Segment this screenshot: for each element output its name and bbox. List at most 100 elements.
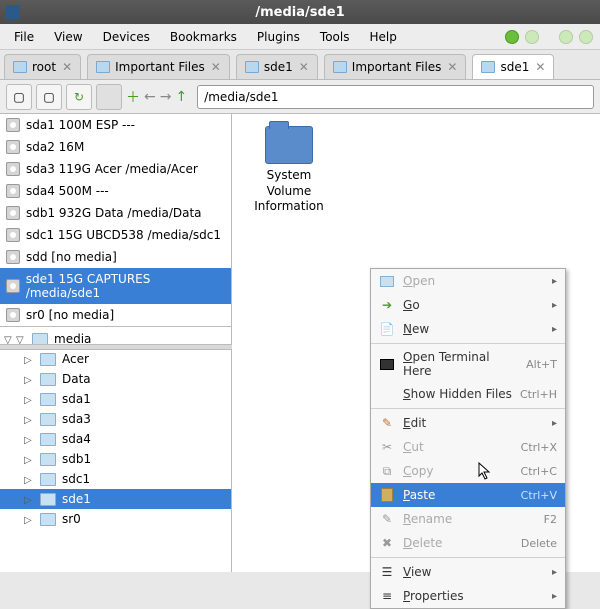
device-row[interactable]: sda3 119G Acer /media/Acer bbox=[0, 158, 231, 180]
device-row[interactable]: sdc1 15G UBCD538 /media/sdc1 bbox=[0, 224, 231, 246]
device-row[interactable]: sdb1 932G Data /media/Data bbox=[0, 202, 231, 224]
device-row[interactable]: sr0 [no media] bbox=[0, 304, 231, 326]
expand-icon[interactable] bbox=[24, 472, 34, 486]
tree-item[interactable]: Data bbox=[0, 369, 231, 389]
status-dot-3[interactable] bbox=[559, 30, 573, 44]
device-row[interactable]: sda1 100M ESP --- bbox=[0, 114, 231, 136]
submenu-icon: ▸ bbox=[552, 418, 557, 429]
back-icon[interactable]: ← bbox=[144, 89, 156, 105]
hdd-icon bbox=[6, 162, 20, 176]
menu-file[interactable]: File bbox=[4, 26, 44, 48]
properties-icon: ≡ bbox=[379, 588, 395, 604]
tree-label: sdc1 bbox=[62, 472, 90, 486]
expand-icon[interactable] bbox=[24, 392, 34, 406]
toolbar-refresh[interactable]: ↻ bbox=[66, 84, 92, 110]
folder-icon bbox=[40, 413, 56, 426]
close-icon[interactable]: ✕ bbox=[211, 60, 221, 74]
shortcut: Ctrl+V bbox=[521, 489, 557, 502]
close-icon[interactable]: ✕ bbox=[447, 60, 457, 74]
hdd-icon bbox=[6, 118, 20, 132]
expand-icon[interactable] bbox=[24, 412, 34, 426]
forward-icon[interactable]: → bbox=[160, 89, 172, 105]
disk-icon: ▢ bbox=[13, 90, 24, 104]
tab-label: Important Files bbox=[115, 60, 205, 74]
ctx-label: Edit bbox=[403, 416, 544, 430]
path-input[interactable]: /media/sde1 bbox=[197, 85, 594, 109]
ctx-label: Delete bbox=[403, 536, 513, 550]
hdd-icon bbox=[6, 279, 20, 293]
tab-important-1[interactable]: Important Files ✕ bbox=[87, 54, 230, 79]
tree-item[interactable]: sde1 bbox=[0, 489, 231, 509]
close-icon[interactable]: ✕ bbox=[299, 60, 309, 74]
expand-icon[interactable] bbox=[24, 492, 34, 506]
tree-item[interactable]: sda4 bbox=[0, 429, 231, 449]
status-dot-2[interactable] bbox=[525, 30, 539, 44]
ctx-properties[interactable]: ≡Properties▸ bbox=[371, 584, 565, 608]
device-row[interactable]: sdd [no media] bbox=[0, 246, 231, 268]
toolbar-btn-2[interactable]: ▢ bbox=[36, 84, 62, 110]
hdd-icon bbox=[6, 184, 20, 198]
expand-icon[interactable] bbox=[24, 352, 34, 366]
tab-important-2[interactable]: Important Files ✕ bbox=[324, 54, 467, 79]
ctx-paste[interactable]: PasteCtrl+V bbox=[371, 483, 565, 507]
ctx-edit[interactable]: ✎Edit▸ bbox=[371, 411, 565, 435]
expand-icon[interactable] bbox=[24, 512, 34, 526]
menu-bookmarks[interactable]: Bookmarks bbox=[160, 26, 247, 48]
ctx-go[interactable]: ➔Go▸ bbox=[371, 293, 565, 317]
tree-item[interactable]: sr0 bbox=[0, 509, 231, 529]
menu-view[interactable]: View bbox=[44, 26, 92, 48]
folder-tree: media AcerDatasda1sda3sda4sdb1sdc1sde1sr… bbox=[0, 327, 231, 572]
tree-item[interactable]: sdb1 bbox=[0, 449, 231, 469]
device-label: sda4 500M --- bbox=[26, 184, 109, 198]
up-icon[interactable]: ↑ bbox=[175, 89, 187, 105]
menu-plugins[interactable]: Plugins bbox=[247, 26, 310, 48]
file-item-system-volume[interactable]: System Volume Information bbox=[244, 126, 334, 215]
tree-item[interactable]: Acer bbox=[0, 349, 231, 369]
ctx-view[interactable]: ☰View▸ bbox=[371, 560, 565, 584]
tree-item[interactable]: sda3 bbox=[0, 409, 231, 429]
folder-icon bbox=[379, 273, 395, 289]
device-row[interactable]: sda4 500M --- bbox=[0, 180, 231, 202]
ctx-label: Open bbox=[403, 274, 544, 288]
close-icon[interactable]: ✕ bbox=[62, 60, 72, 74]
toolbar-folder[interactable] bbox=[96, 84, 122, 110]
tab-sde1-1[interactable]: sde1 ✕ bbox=[236, 54, 318, 79]
expand-icon[interactable] bbox=[24, 452, 34, 466]
disk-icon: ▢ bbox=[43, 90, 54, 104]
toolbar-btn-1[interactable]: ▢ bbox=[6, 84, 32, 110]
ctx-label: Cut bbox=[403, 440, 513, 454]
menu-devices[interactable]: Devices bbox=[93, 26, 160, 48]
tree-label: sda1 bbox=[62, 392, 91, 406]
device-row[interactable]: sda2 16M bbox=[0, 136, 231, 158]
ctx-label: New bbox=[403, 322, 544, 336]
folder-icon bbox=[481, 61, 495, 73]
device-label: sda1 100M ESP --- bbox=[26, 118, 135, 132]
context-menu: Open▸➔Go▸📄New▸Open Terminal HereAlt+TSho… bbox=[370, 268, 566, 609]
expand-icon[interactable] bbox=[24, 432, 34, 446]
tree-item[interactable]: sda1 bbox=[0, 389, 231, 409]
hdd-icon bbox=[6, 206, 20, 220]
status-dot-1[interactable] bbox=[505, 30, 519, 44]
menu-help[interactable]: Help bbox=[359, 26, 406, 48]
menu-tools[interactable]: Tools bbox=[310, 26, 360, 48]
ctx-open-terminal-here[interactable]: Open Terminal HereAlt+T bbox=[371, 346, 565, 382]
ctx-show-hidden-files[interactable]: Show Hidden FilesCtrl+H bbox=[371, 382, 565, 406]
ctx-cut: ✂CutCtrl+X bbox=[371, 435, 565, 459]
tab-root[interactable]: root ✕ bbox=[4, 54, 81, 79]
ctx-label: View bbox=[403, 565, 544, 579]
app-icon bbox=[6, 5, 20, 19]
tree-label: sr0 bbox=[62, 512, 81, 526]
tree-label: sdb1 bbox=[62, 452, 91, 466]
refresh-icon: ↻ bbox=[74, 90, 84, 104]
close-icon[interactable]: ✕ bbox=[535, 60, 545, 74]
tree-item[interactable]: sdc1 bbox=[0, 469, 231, 489]
tab-label: Important Files bbox=[352, 60, 442, 74]
device-row[interactable]: sde1 15G CAPTURES /media/sde1 bbox=[0, 268, 231, 304]
ctx-new[interactable]: 📄New▸ bbox=[371, 317, 565, 341]
add-icon[interactable]: ＋ bbox=[126, 87, 140, 107]
submenu-icon: ▸ bbox=[552, 300, 557, 311]
terminal-icon bbox=[379, 356, 395, 372]
status-dot-4[interactable] bbox=[579, 30, 593, 44]
expand-icon[interactable] bbox=[24, 372, 34, 386]
tab-sde1-active[interactable]: sde1 ✕ bbox=[472, 54, 554, 79]
